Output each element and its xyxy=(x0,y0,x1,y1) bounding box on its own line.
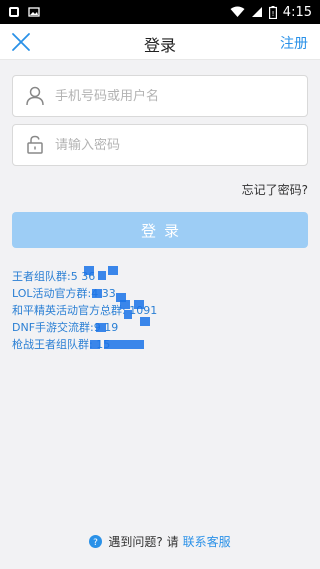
user-icon xyxy=(23,84,47,108)
help-text: 遇到问题? 请 xyxy=(108,535,179,549)
redaction-mark xyxy=(96,323,106,332)
redaction-mark xyxy=(134,300,144,309)
battery-icon: ! xyxy=(268,5,277,19)
notification-icon xyxy=(8,6,20,18)
signal-icon xyxy=(251,6,263,18)
register-link[interactable]: 注册 xyxy=(280,33,308,53)
redaction-mark xyxy=(104,340,144,349)
username-field[interactable] xyxy=(12,75,308,117)
svg-text:?: ? xyxy=(94,538,99,548)
password-field[interactable] xyxy=(12,124,308,166)
redaction-mark xyxy=(90,340,100,349)
status-time: 4:15 xyxy=(282,4,312,20)
group-item[interactable]: DNF手游交流群:9 19 xyxy=(12,317,308,336)
redaction-mark xyxy=(108,266,118,275)
login-button[interactable]: 登录 xyxy=(12,212,308,248)
redaction-mark xyxy=(120,300,130,309)
group-item[interactable]: 王者组队群:5 36 xyxy=(12,266,308,285)
group-item[interactable]: LOL活动官方群:4 33 xyxy=(12,285,308,302)
redaction-mark xyxy=(140,317,150,326)
page-title: 登录 xyxy=(143,36,176,55)
group-item[interactable]: 和平精英活动官方总群: 1091 xyxy=(12,300,308,319)
group-item-text: 王者组队群:5 36 xyxy=(12,270,96,283)
status-bar: ! 4:15 xyxy=(0,0,320,24)
wifi-icon xyxy=(230,6,245,18)
password-input[interactable] xyxy=(55,137,295,153)
image-icon xyxy=(28,6,40,18)
forgot-password-link[interactable]: 忘记了密码? xyxy=(242,181,308,198)
lock-icon xyxy=(23,133,47,157)
group-item[interactable]: 枪战王者组队群: 15 xyxy=(12,336,308,353)
redaction-mark xyxy=(124,310,132,319)
app-header: 登录 注册 xyxy=(0,24,320,60)
contact-service-link[interactable]: 联系客服 xyxy=(183,533,231,550)
group-list: 王者组队群:5 36 LOL活动官方群:4 33 和平精英活动官方总群: 109… xyxy=(12,266,308,353)
redaction-mark xyxy=(92,289,102,298)
username-input[interactable] xyxy=(55,88,295,104)
question-icon: ? xyxy=(89,535,103,548)
redaction-mark xyxy=(98,271,106,280)
close-icon[interactable] xyxy=(10,31,32,53)
footer-help: ? 遇到问题? 请 联系客服 xyxy=(0,533,320,550)
svg-text:!: ! xyxy=(271,10,274,18)
redaction-mark xyxy=(84,266,94,275)
